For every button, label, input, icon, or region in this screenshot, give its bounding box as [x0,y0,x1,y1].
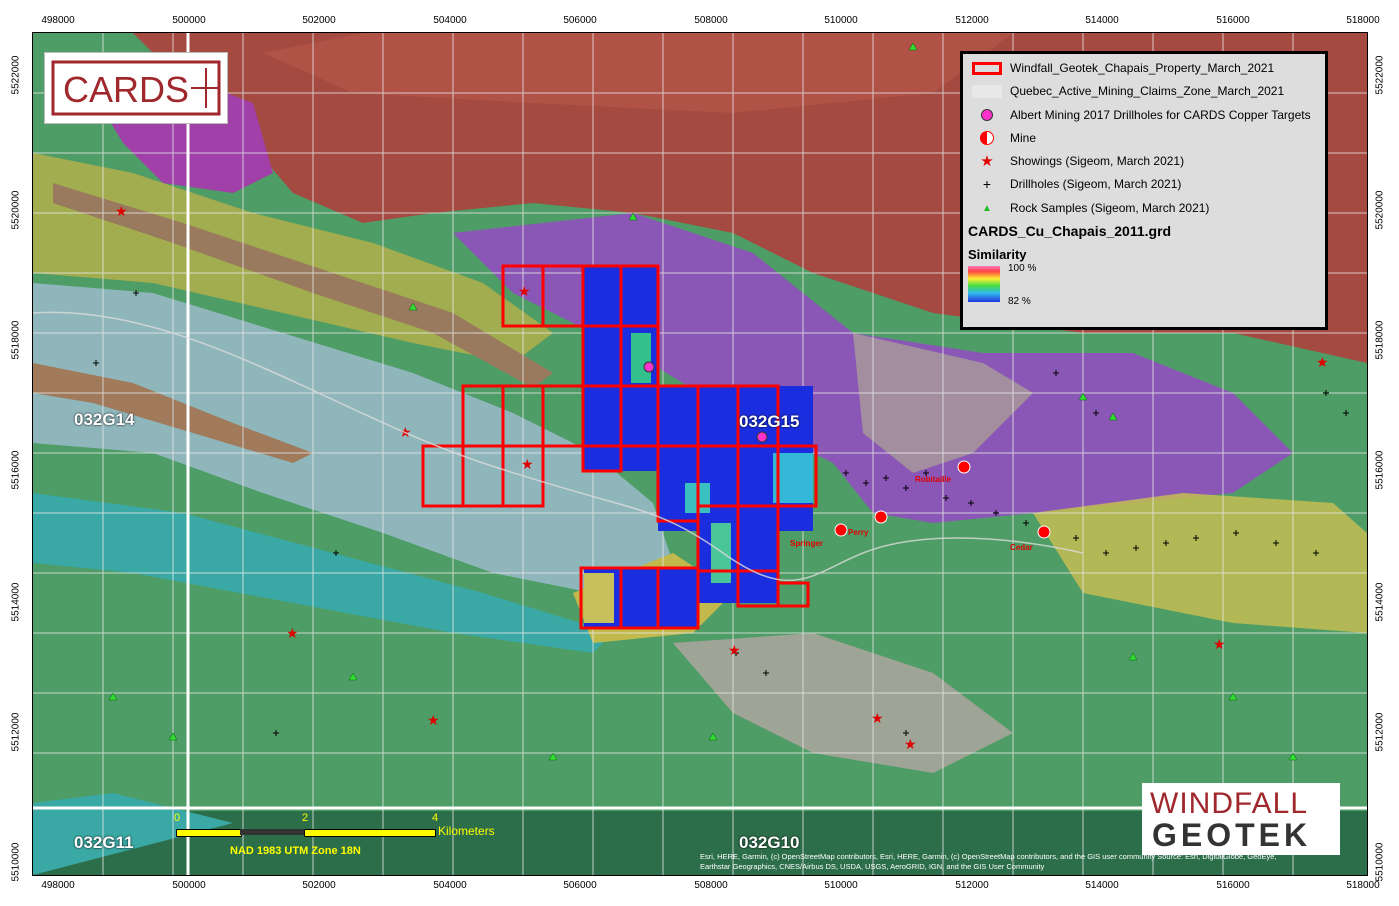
triangle-icon: ▲ [982,202,992,214]
claims-zone-icon [971,83,1003,99]
x-tick-label: 498000 [41,880,75,891]
star-icon: ★ [980,153,994,170]
legend-item: Quebec_Active_Mining_Claims_Zone_March_2… [963,81,1325,101]
mine-icon [971,130,1003,146]
sheet-label-032g14: 032G14 [74,410,135,429]
x-tick-label: 512000 [955,15,989,26]
x-tick-label: 516000 [1216,15,1250,26]
legend-label: Showings (Sigeom, March 2021) [1010,154,1185,168]
y-tick-label: 5514000 [1374,582,1386,622]
y-tick-label: 5522000 [10,55,22,95]
cards-logo-icon: CARDS [51,60,221,116]
y-tick-label: 5518000 [1374,320,1386,360]
grid-title: CARDS_Cu_Chapais_2011.grd [968,223,1172,239]
svg-text:★: ★ [521,456,534,472]
x-tick-label: 500000 [172,15,206,26]
svg-text:★: ★ [115,203,128,219]
sheet-label-032g15: 032G15 [739,412,800,431]
town-label: Perry [848,528,869,537]
similarity-max-label: 100 % [1008,263,1037,274]
svg-text:★: ★ [871,710,884,726]
x-tick-label: 510000 [824,15,858,26]
cards-logo: CARDS [44,52,228,124]
y-tick-label: 5512000 [1374,712,1386,752]
x-tick-label: 504000 [433,15,467,26]
legend-item: Mine [963,128,1325,148]
x-tick-label: 502000 [302,880,336,891]
legend-label: Albert Mining 2017 Drillholes for CARDS … [1010,108,1311,122]
y-tick-label: 5514000 [10,582,22,622]
town-label: Cedar [1010,543,1033,552]
legend-item: + Drillholes (Sigeom, March 2021) [963,174,1325,194]
y-tick-label: 5522000 [1374,55,1386,95]
legend-label: Quebec_Active_Mining_Claims_Zone_March_2… [1010,84,1285,98]
y-tick-label: 5512000 [10,712,22,752]
x-tick-label: 510000 [824,880,858,891]
x-tick-label: 506000 [563,880,597,891]
legend-item: ★ Showings (Sigeom, March 2021) [963,151,1325,171]
y-tick-label: 5516000 [10,450,22,490]
town-label: Robitaille [915,475,952,484]
scale-label: 2 [302,812,309,824]
x-tick-label: 500000 [172,880,206,891]
x-tick-label: 506000 [563,15,597,26]
map-frame: 498000 500000 502000 504000 506000 50800… [0,0,1399,906]
legend-item: ▲ Rock Samples (Sigeom, March 2021) [963,198,1325,218]
scale-segment [240,829,304,835]
legend-panel: Windfall_Geotek_Chapais_Property_March_2… [960,51,1328,330]
legend-label: Drillholes (Sigeom, March 2021) [1010,177,1182,191]
legend-label: Mine [1010,131,1037,145]
svg-text:★: ★ [904,736,917,752]
cross-icon: + [982,176,992,192]
y-tick-label: 5510000 [10,842,22,882]
similarity-title: Similarity [968,247,1027,262]
x-tick-label: 508000 [694,880,728,891]
scale-label: 0 [174,812,181,824]
legend-label: Windfall_Geotek_Chapais_Property_March_2… [1010,61,1275,75]
svg-text:★: ★ [286,625,299,641]
svg-text:★: ★ [728,642,741,658]
scale-label: 4 [432,812,439,824]
y-tick-label: 5510000 [1374,842,1386,882]
scale-unit: Kilometers [438,824,495,838]
y-tick-label: 5518000 [10,320,22,360]
windfall-geotek-logo: WINDFALL GEOTEK [1142,783,1340,855]
x-tick-label: 514000 [1085,15,1119,26]
y-tick-label: 5520000 [1374,190,1386,230]
svg-text:CARDS: CARDS [63,69,189,110]
projection-label: NAD 1983 UTM Zone 18N [230,845,361,857]
legend-label: Rock Samples (Sigeom, March 2021) [1010,201,1210,215]
sheet-label-032g11: 032G11 [74,833,134,852]
x-tick-label: 518000 [1346,15,1380,26]
x-tick-label: 512000 [955,880,989,891]
y-tick-label: 5520000 [10,190,22,230]
x-tick-label: 508000 [694,15,728,26]
property-outline-icon [971,60,1003,76]
svg-text:★: ★ [518,283,531,299]
svg-text:★: ★ [1316,354,1329,370]
legend-item: Windfall_Geotek_Chapais_Property_March_2… [963,58,1325,78]
x-tick-label: 516000 [1216,880,1250,891]
town-label: Springer [790,539,823,548]
x-tick-label: 514000 [1085,880,1119,891]
svg-text:★: ★ [1213,636,1226,652]
target-circle-icon [971,107,1003,123]
svg-text:★: ★ [427,712,440,728]
logo-line2: GEOTEK [1152,817,1312,853]
scale-bar: 0 2 4 Kilometers NAD 1983 UTM Zone 18N [170,812,520,862]
x-tick-label: 498000 [41,15,75,26]
sheet-label-032g10: 032G10 [739,833,800,852]
similarity-min-label: 82 % [1008,296,1031,307]
map-attribution: Esri, HERE, Garmin, (c) OpenStreetMap co… [700,852,1277,871]
logo-line1: WINDFALL [1150,787,1309,820]
similarity-ramp [968,266,1000,302]
scale-segment [304,829,436,837]
y-tick-label: 5516000 [1374,450,1386,490]
x-tick-label: 502000 [302,15,336,26]
x-tick-label: 504000 [433,880,467,891]
legend-item: Albert Mining 2017 Drillholes for CARDS … [963,105,1325,125]
scale-segment [176,829,242,837]
